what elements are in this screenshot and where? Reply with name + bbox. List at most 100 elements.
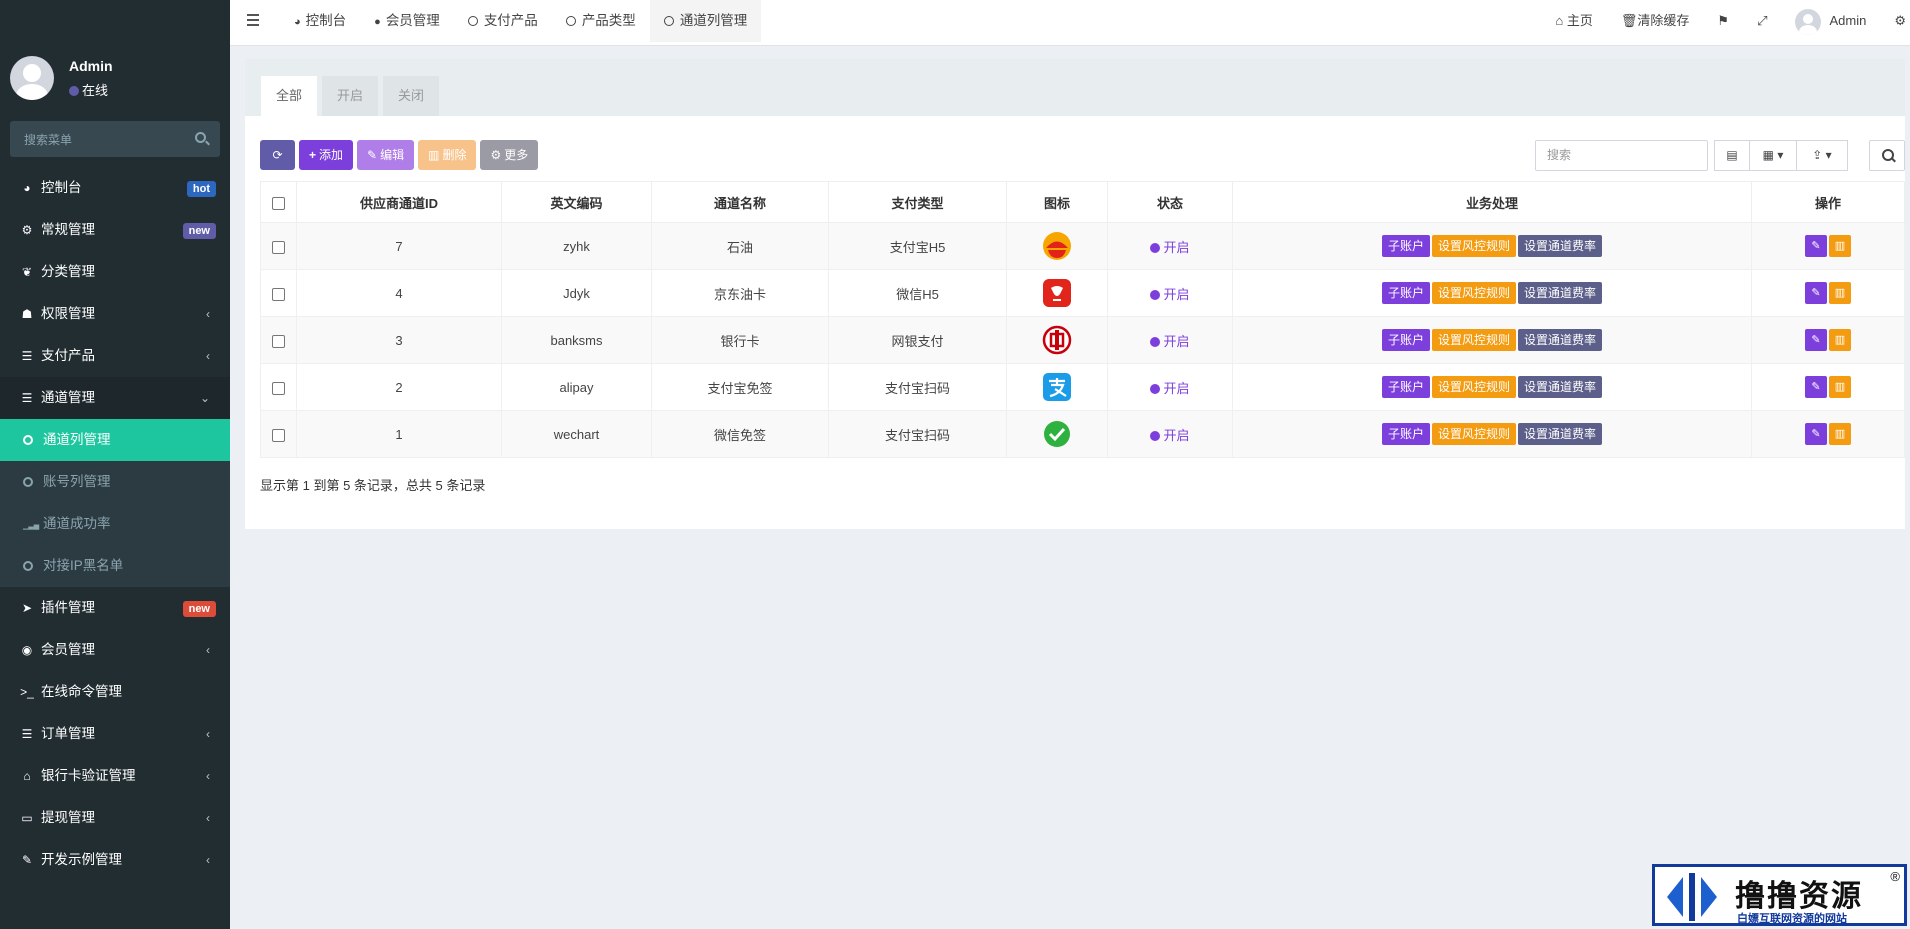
page-tab[interactable]: 产品类型 — [552, 0, 650, 42]
sidebar-item[interactable]: ☰ 通道管理 ⌄ — [0, 377, 230, 419]
risk-rules-button[interactable]: 设置风控规则 — [1431, 282, 1516, 304]
row-checkbox[interactable] — [272, 428, 285, 442]
channel-rate-button[interactable]: 设置通道费率 — [1518, 282, 1603, 304]
sidebar-item[interactable]: ◕ 控制台 hot — [0, 167, 230, 209]
tab-all[interactable]: 全部 — [261, 76, 318, 116]
col-header: 供应商通道ID — [296, 181, 502, 223]
sidebar-item[interactable]: ☗ 权限管理 ‹ — [0, 293, 230, 335]
sidebar-item[interactable]: ➤ 插件管理 new — [0, 587, 230, 629]
row-checkbox[interactable] — [272, 240, 285, 254]
row-delete-trash-icon[interactable]: ▥ — [1829, 376, 1851, 398]
row-delete-trash-icon[interactable]: ▥ — [1829, 282, 1851, 304]
sidebar-item[interactable]: 通道列管理 — [0, 419, 230, 461]
channel-rate-button[interactable]: 设置通道费率 — [1518, 423, 1603, 445]
edit-label: 编辑 — [380, 148, 405, 162]
edit-button[interactable]: ✎ 编辑 — [357, 140, 415, 170]
sub-account-button[interactable]: 子账户 — [1381, 235, 1430, 257]
sidebar-item[interactable]: ▭ 提现管理 ‹ — [0, 797, 230, 839]
table-search-input[interactable]: 搜索 — [1535, 140, 1708, 171]
sidebar-item[interactable]: 账号列管理 — [0, 461, 230, 503]
channel-rate-button[interactable]: 设置通道费率 — [1518, 329, 1603, 351]
alipay-icon — [1042, 373, 1072, 401]
cell-id: 4 — [296, 269, 502, 317]
row-edit-pencil-icon[interactable]: ✎ — [1805, 376, 1827, 398]
clear-cache-link[interactable]: 🗑︎清除缓存 — [1607, 0, 1704, 42]
sidebar-item[interactable]: ❦ 分类管理 — [0, 251, 230, 293]
cell-icon — [1006, 269, 1108, 317]
sidebar-item-label: 控制台 — [41, 180, 82, 195]
search-icon[interactable] — [195, 132, 206, 143]
channel-rate-button[interactable]: 设置通道费率 — [1518, 235, 1603, 257]
cell-name: 支付宝免签 — [651, 363, 829, 411]
sidebar-item[interactable]: ☰ 支付产品 ‹ — [0, 335, 230, 377]
toggle-view-icon[interactable]: ▤ — [1714, 140, 1750, 171]
risk-rules-button[interactable]: 设置风控规则 — [1431, 235, 1516, 257]
signal-icon: ▁▃▅ — [23, 523, 40, 530]
col-header: 通道名称 — [651, 181, 829, 223]
row-edit-pencil-icon[interactable]: ✎ — [1805, 282, 1827, 304]
risk-rules-button[interactable]: 设置风控规则 — [1431, 376, 1516, 398]
sidebar-item[interactable]: ⚙ 常规管理 new — [0, 209, 230, 251]
risk-rules-button[interactable]: 设置风控规则 — [1431, 423, 1516, 445]
page-tab[interactable]: ● 会员管理 — [360, 0, 454, 42]
sub-account-button[interactable]: 子账户 — [1381, 329, 1430, 351]
tab-disabled[interactable]: 关闭 — [383, 76, 440, 116]
export-dropdown-icon[interactable]: ⇪ ▾ — [1796, 140, 1848, 171]
row-checkbox[interactable] — [272, 334, 285, 348]
page-tab[interactable]: 通道列管理 — [649, 0, 762, 42]
tab-enabled[interactable]: 开启 — [322, 76, 379, 116]
channel-rate-button[interactable]: 设置通道费率 — [1518, 376, 1603, 398]
menu-toggle-icon[interactable] — [247, 14, 259, 26]
page-tab[interactable]: ◕ 控制台 — [280, 0, 360, 42]
cell-status[interactable]: 开启 — [1107, 269, 1233, 317]
cell-status[interactable]: 开启 — [1107, 363, 1233, 411]
sidebar-item[interactable]: ☰ 订单管理 ‹ — [0, 713, 230, 755]
sub-account-button[interactable]: 子账户 — [1381, 282, 1430, 304]
sidebar-item[interactable]: >_ 在线命令管理 — [0, 671, 230, 713]
row-edit-pencil-icon[interactable]: ✎ — [1805, 329, 1827, 351]
page-tab[interactable]: 支付产品 — [454, 0, 552, 42]
more-button[interactable]: ⚙ 更多 — [480, 140, 539, 170]
sub-account-button[interactable]: 子账户 — [1381, 423, 1430, 445]
row-delete-trash-icon[interactable]: ▥ — [1829, 235, 1851, 257]
cell-icon — [1006, 410, 1108, 458]
cell-pay-type: 支付宝H5 — [828, 222, 1007, 270]
table-row: 2 alipay 支付宝免签 支付宝扫码 开启 子账户 设置风控规则 设置通道费率 ✎ ▥ — [260, 363, 1905, 411]
cell-operations: ✎ ▥ — [1751, 316, 1905, 364]
cell-status[interactable]: 开启 — [1107, 222, 1233, 270]
sidebar-item[interactable]: ✎ 开发示例管理 ‹ — [0, 839, 230, 881]
refresh-button[interactable]: ⟳ — [260, 140, 295, 170]
add-button[interactable]: + 添加 — [299, 140, 354, 170]
group-icon: ☗ — [21, 307, 33, 321]
table-search-button[interactable] — [1869, 140, 1905, 171]
sidebar-search-placeholder: 搜索菜单 — [24, 133, 73, 147]
row-checkbox[interactable] — [272, 287, 285, 301]
fullscreen-icon[interactable]: ⤢ — [1743, 0, 1781, 42]
admin-menu[interactable]: Admin — [1781, 0, 1880, 42]
row-delete-trash-icon[interactable]: ▥ — [1829, 329, 1851, 351]
page-tab-label: 支付产品 — [483, 13, 538, 28]
cell-pay-type: 微信H5 — [828, 269, 1007, 317]
language-icon[interactable]: ⚑ — [1703, 0, 1743, 42]
delete-button[interactable]: ▥ 删除 — [418, 140, 477, 170]
sidebar-item[interactable]: ▁▃▅ 通道成功率 — [0, 503, 230, 545]
columns-dropdown-icon[interactable]: ▦ ▾ — [1749, 140, 1797, 171]
page-tab-label: 会员管理 — [385, 13, 440, 28]
row-edit-pencil-icon[interactable]: ✎ — [1805, 423, 1827, 445]
cell-name: 京东油卡 — [651, 269, 829, 317]
sidebar-item[interactable]: ◉ 会员管理 ‹ — [0, 629, 230, 671]
select-all-checkbox[interactable] — [272, 196, 285, 210]
row-delete-trash-icon[interactable]: ▥ — [1829, 423, 1851, 445]
cell-status[interactable]: 开启 — [1107, 316, 1233, 364]
sub-account-button[interactable]: 子账户 — [1381, 376, 1430, 398]
sidebar-search-input[interactable]: 搜索菜单 — [10, 121, 220, 157]
risk-rules-button[interactable]: 设置风控规则 — [1431, 329, 1516, 351]
cell-status[interactable]: 开启 — [1107, 410, 1233, 458]
sidebar-item[interactable]: 对接IP黑名单 — [0, 545, 230, 587]
settings-gear-icon[interactable]: ⚙ — [1880, 0, 1910, 42]
user-avatar — [10, 56, 54, 100]
home-link[interactable]: ⌂ 主页 — [1541, 0, 1606, 42]
row-checkbox[interactable] — [272, 381, 285, 395]
sidebar-item[interactable]: ⌂ 银行卡验证管理 ‹ — [0, 755, 230, 797]
row-edit-pencil-icon[interactable]: ✎ — [1805, 235, 1827, 257]
